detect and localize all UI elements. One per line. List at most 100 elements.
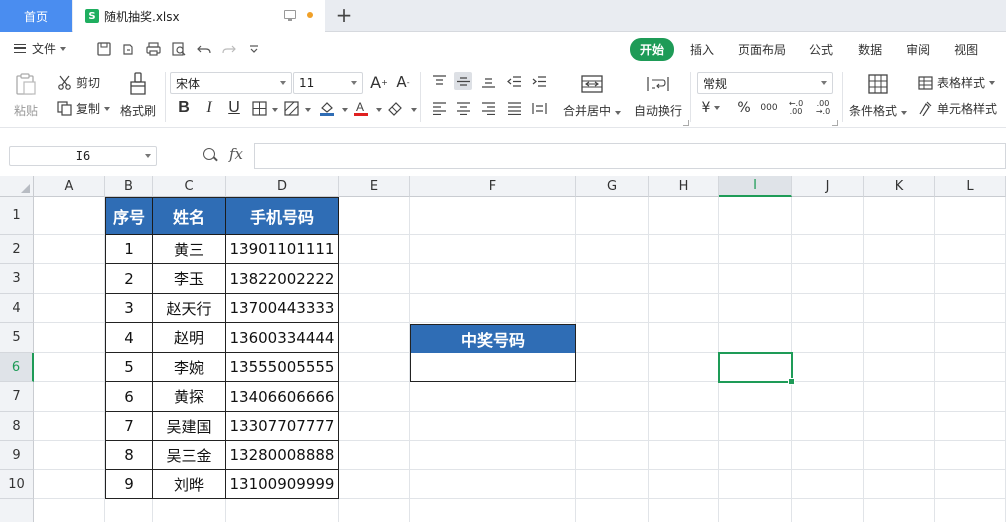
name-cell[interactable]: 赵天行	[153, 294, 226, 323]
spreadsheet-grid[interactable]: ABCDEFGHIJKL 1 2 3 4 5 6 7 8 9 10 序号 姓名 手机号码 1 黄三 1390…	[0, 176, 1006, 522]
conditional-format-button[interactable]: 条件格式	[848, 72, 908, 119]
phone-cell[interactable]: 13307707777	[226, 412, 339, 441]
row-header-10[interactable]: 10	[0, 470, 34, 499]
row-header-6[interactable]: 6	[0, 353, 34, 382]
row-header-5[interactable]: 5	[0, 323, 34, 353]
currency-button[interactable]: ¥	[702, 99, 721, 117]
align-top-icon[interactable]	[430, 72, 448, 90]
phone-cell[interactable]: 13600334444	[226, 323, 339, 353]
font-color-icon[interactable]: A	[352, 99, 370, 117]
align-bottom-icon[interactable]	[479, 72, 497, 90]
tab-formulas[interactable]: 公式	[809, 41, 833, 58]
increase-decimal-button[interactable]: ←.0 .00	[785, 99, 807, 117]
distributed-align-icon[interactable]	[530, 99, 548, 117]
table-name-header[interactable]: 姓名	[153, 197, 226, 235]
format-painter-button[interactable]: 格式刷	[118, 72, 158, 119]
tab-review[interactable]: 审阅	[906, 41, 930, 58]
row-header-7[interactable]: 7	[0, 382, 34, 412]
phone-cell[interactable]: 13280008888	[226, 441, 339, 470]
align-left-icon[interactable]	[430, 99, 448, 117]
chevron-down-icon[interactable]	[411, 108, 417, 112]
align-center-icon[interactable]	[454, 99, 472, 117]
file-menu-button[interactable]: 文件	[14, 40, 67, 57]
fill-color-icon[interactable]	[318, 99, 336, 117]
new-tab-button[interactable]: +	[333, 3, 355, 27]
tab-insert[interactable]: 插入	[690, 41, 714, 58]
merge-center-button[interactable]: 合并居中	[562, 72, 622, 119]
column-header-j[interactable]: J	[792, 176, 864, 197]
index-cell[interactable]: 1	[105, 235, 153, 264]
tab-data[interactable]: 数据	[858, 41, 882, 58]
row-header-1[interactable]: 1	[0, 197, 34, 235]
row-header-3[interactable]: 3	[0, 264, 34, 294]
prize-header-cell[interactable]: 中奖号码	[410, 324, 576, 354]
chevron-down-icon[interactable]	[376, 108, 382, 112]
decrease-font-size-button[interactable]: A-	[394, 73, 412, 91]
index-cell[interactable]: 6	[105, 382, 153, 412]
customize-toolbar-icon[interactable]	[246, 41, 262, 57]
increase-indent-icon[interactable]	[530, 72, 548, 90]
align-middle-icon[interactable]	[454, 72, 472, 90]
paste-button[interactable]: 粘贴	[10, 72, 42, 119]
alignment-dialog-launcher[interactable]	[683, 120, 689, 126]
name-box[interactable]: I6	[9, 146, 157, 166]
phone-cell[interactable]: 13901101111	[226, 235, 339, 264]
index-cell[interactable]: 4	[105, 323, 153, 353]
font-name-select[interactable]: 宋体	[170, 72, 292, 94]
copy-button[interactable]: 复制	[56, 100, 111, 117]
tab-start[interactable]: 开始	[630, 37, 675, 61]
column-header-d[interactable]: D	[226, 176, 339, 197]
underline-button[interactable]: U	[225, 99, 243, 117]
percent-button[interactable]: %	[735, 99, 753, 117]
row-header-8[interactable]: 8	[0, 412, 34, 441]
column-header-f[interactable]: F	[410, 176, 576, 197]
print-preview-icon[interactable]	[171, 41, 187, 57]
select-all-corner[interactable]	[0, 176, 34, 197]
thousands-button[interactable]: 000	[758, 99, 780, 117]
number-format-select[interactable]: 常规	[697, 72, 833, 94]
phone-cell[interactable]: 13555005555	[226, 353, 339, 382]
row-header-2[interactable]: 2	[0, 235, 34, 264]
column-header-b[interactable]: B	[105, 176, 153, 197]
index-cell[interactable]: 3	[105, 294, 153, 323]
monitor-icon[interactable]	[284, 10, 296, 21]
column-header-g[interactable]: G	[576, 176, 649, 197]
name-cell[interactable]: 黄三	[153, 235, 226, 264]
column-header-e[interactable]: E	[339, 176, 410, 197]
name-cell[interactable]: 李婉	[153, 353, 226, 382]
index-cell[interactable]: 9	[105, 470, 153, 499]
table-phone-header[interactable]: 手机号码	[226, 197, 339, 235]
column-header-k[interactable]: K	[864, 176, 935, 197]
column-header-c[interactable]: C	[153, 176, 226, 197]
decrease-indent-icon[interactable]	[505, 72, 523, 90]
phone-cell[interactable]: 13822002222	[226, 264, 339, 294]
prize-value-cell[interactable]	[410, 353, 576, 382]
row-header-9[interactable]: 9	[0, 441, 34, 470]
active-cell-selection[interactable]	[718, 352, 795, 385]
name-cell[interactable]: 吴建国	[153, 412, 226, 441]
row-header-4[interactable]: 4	[0, 294, 34, 323]
name-cell[interactable]: 吴三金	[153, 441, 226, 470]
number-dialog-launcher[interactable]	[832, 120, 838, 126]
justify-icon[interactable]	[505, 99, 523, 117]
tab-page-layout[interactable]: 页面布局	[738, 41, 786, 58]
table-style-button[interactable]: 表格样式	[917, 74, 996, 91]
fill-pattern-icon[interactable]	[282, 99, 300, 117]
name-cell[interactable]: 黄探	[153, 382, 226, 412]
increase-font-size-button[interactable]: A +	[370, 73, 388, 92]
tab-home[interactable]: 首页	[0, 0, 72, 32]
index-cell[interactable]: 2	[105, 264, 153, 294]
font-size-select[interactable]: 11	[293, 72, 363, 94]
export-icon[interactable]	[120, 41, 136, 57]
cell-style-button[interactable]: 单元格样式	[917, 100, 997, 117]
undo-icon[interactable]	[196, 41, 212, 57]
phone-cell[interactable]: 13406606666	[226, 382, 339, 412]
align-right-icon[interactable]	[479, 99, 497, 117]
eraser-icon[interactable]	[386, 99, 404, 117]
name-cell[interactable]: 刘晔	[153, 470, 226, 499]
border-icon[interactable]	[250, 99, 268, 117]
zoom-formula-icon[interactable]	[203, 148, 215, 160]
index-cell[interactable]: 7	[105, 412, 153, 441]
decrease-decimal-button[interactable]: .00 →.0	[812, 99, 834, 117]
index-cell[interactable]: 8	[105, 441, 153, 470]
